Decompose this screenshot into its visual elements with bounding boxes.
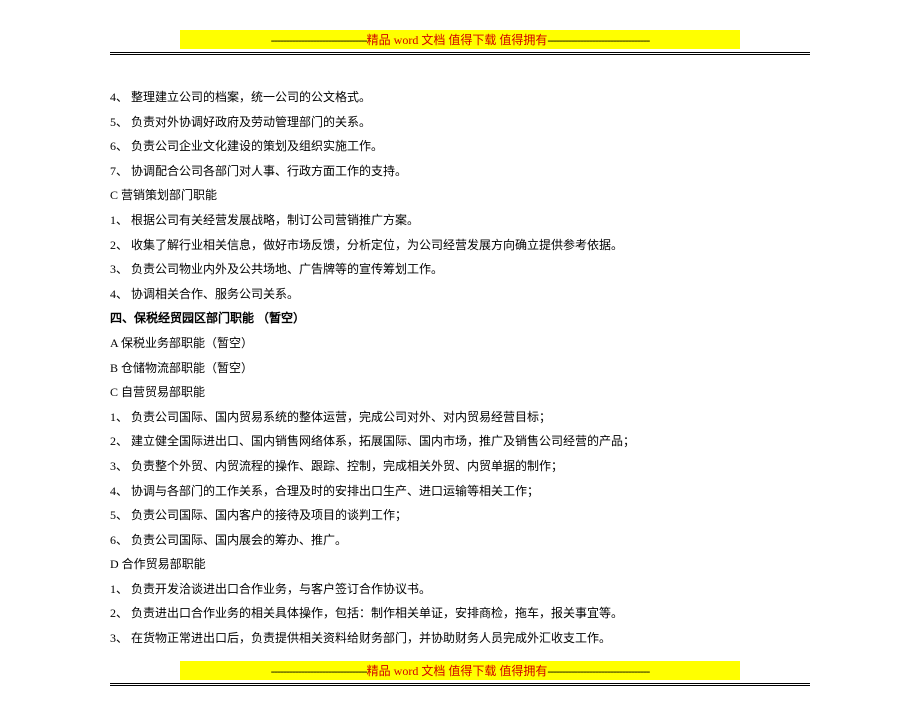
banner-dash-left: --------------------------------: [271, 33, 367, 47]
body-line: C 自营贸易部职能: [110, 380, 810, 405]
body-line: 7、 协调配合公司各部门对人事、行政方面工作的支持。: [110, 159, 810, 184]
body-line: 4、 协调与各部门的工作关系，合理及时的安排出口生产、进口运输等相关工作；: [110, 479, 810, 504]
body-line: 2、 负责进出口合作业务的相关具体操作，包括：制作相关单证，安排商检，拖车，报关…: [110, 601, 810, 626]
body-line: 2、 收集了解行业相关信息，做好市场反馈，分析定位，为公司经营发展方向确立提供参…: [110, 233, 810, 258]
banner-text-suffix: 文档 值得下载 值得拥有: [418, 33, 547, 47]
body-line: 1、 负责公司国际、国内贸易系统的整体运营，完成公司对外、对内贸易经营目标；: [110, 405, 810, 430]
body-line: 6、 负责公司国际、国内展会的筹办、推广。: [110, 528, 810, 553]
body-line: 4、 协调相关合作、服务公司关系。: [110, 282, 810, 307]
body-line: 2、 建立健全国际进出口、国内销售网络体系，拓展国际、国内市场，推广及销售公司经…: [110, 429, 810, 454]
banner-dash-left: --------------------------------: [271, 664, 367, 678]
horizontal-rule-bottom2: [110, 685, 810, 686]
banner-text-word: word: [394, 664, 419, 678]
banner-text-suffix: 文档 值得下载 值得拥有: [418, 664, 547, 678]
section-title-4: 四、保税经贸园区部门职能 （暂空）: [110, 306, 810, 331]
body-line: 5、 负责对外协调好政府及劳动管理部门的关系。: [110, 110, 810, 135]
body-line: 4、 整理建立公司的档案，统一公司的公文格式。: [110, 85, 810, 110]
document-body: 4、 整理建立公司的档案，统一公司的公文格式。 5、 负责对外协调好政府及劳动管…: [110, 85, 810, 651]
body-line: 5、 负责公司国际、国内客户的接待及项目的谈判工作；: [110, 503, 810, 528]
header-banner: --------------------------------精品 word …: [180, 30, 740, 49]
body-line: 3、 负责公司物业内外及公共场地、广告牌等的宣传筹划工作。: [110, 257, 810, 282]
horizontal-rule-bottom1: [110, 683, 810, 684]
banner-dash-right: ----------------------------------: [547, 664, 649, 678]
document-page: --------------------------------精品 word …: [0, 0, 920, 716]
body-line: 3、 负责整个外贸、内贸流程的操作、跟踪、控制，完成相关外贸、内贸单据的制作；: [110, 454, 810, 479]
body-line: 6、 负责公司企业文化建设的策划及组织实施工作。: [110, 134, 810, 159]
body-line: A 保税业务部职能（暂空）: [110, 331, 810, 356]
banner-text-prefix: 精品: [367, 33, 394, 47]
banner-text-word: word: [394, 33, 419, 47]
body-line: 1、 根据公司有关经营发展战略，制订公司营销推广方案。: [110, 208, 810, 233]
body-line: D 合作贸易部职能: [110, 552, 810, 577]
banner-text-prefix: 精品: [367, 664, 394, 678]
body-line: C 营销策划部门职能: [110, 183, 810, 208]
horizontal-rule-top2: [110, 54, 810, 55]
body-line: 1、 负责开发洽谈进出口合作业务，与客户签订合作协议书。: [110, 577, 810, 602]
footer-banner: --------------------------------精品 word …: [180, 661, 740, 680]
banner-dash-right: ----------------------------------: [547, 33, 649, 47]
horizontal-rule-top1: [110, 52, 810, 53]
body-line: B 仓储物流部职能（暂空）: [110, 356, 810, 381]
body-line: 3、 在货物正常进出口后，负责提供相关资料给财务部门，并协助财务人员完成外汇收支…: [110, 626, 810, 651]
